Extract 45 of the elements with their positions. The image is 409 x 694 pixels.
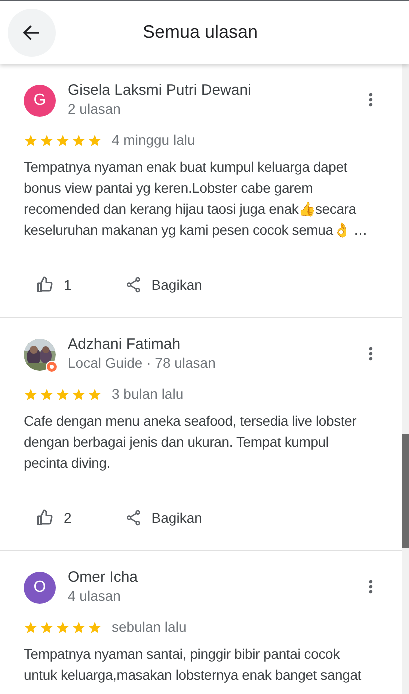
more-options-icon[interactable] <box>369 347 373 361</box>
like-button[interactable]: 1 <box>24 267 84 303</box>
star-icon <box>24 134 38 148</box>
reviewer-name[interactable]: Gisela Laksmi Putri Dewani <box>68 81 369 101</box>
review-text: Cafe dengan menu aneka seafood, tersedia live lobster dengan berbagai jenis dan ukuran. Tempat kumpul pecinta diving. <box>24 412 358 473</box>
review-count: Local Guide · 78 ulasan <box>68 355 217 371</box>
avatar: G <box>24 85 56 117</box>
star-icon <box>56 134 70 148</box>
reviewer-name[interactable]: Omer Icha <box>68 568 369 588</box>
back-button[interactable] <box>8 8 56 56</box>
star-icon <box>72 134 86 148</box>
review-text: Tempatnya nyaman enak buat kumpul keluarga dapet bonus view pantai yg keren.Lobster cabe garem recomended dan kerang hijau taosi juga enak👍secara keseluruhan makanan yg kami pesen cocok semua👌 … <box>24 158 369 240</box>
star-icon <box>88 388 102 402</box>
share-button[interactable]: Bagikan <box>126 500 202 536</box>
avatar: O <box>24 572 56 604</box>
more-options-icon[interactable] <box>369 93 373 107</box>
share-icon <box>126 510 142 526</box>
back-arrow-icon <box>23 24 41 42</box>
reviewer-name[interactable]: Adzhani Fatimah <box>68 335 369 355</box>
review-date: 3 bulan lalu <box>112 385 184 404</box>
page-title: Semua ulasan <box>142 21 260 44</box>
more-options-icon[interactable] <box>369 580 373 594</box>
star-icon <box>88 620 102 634</box>
scrollbar-track[interactable] <box>402 64 409 694</box>
thumbs-up-icon <box>36 509 54 527</box>
review-count: 4 ulasan <box>68 588 122 604</box>
thumbs-up-icon <box>36 276 54 294</box>
star-icon <box>88 134 102 148</box>
star-icon <box>56 620 70 634</box>
review-count: 2 ulasan <box>68 101 122 117</box>
star-icon <box>40 134 54 148</box>
review-text: Tempatnya nyaman santai, pinggir bibir pantai cocok untuk keluarga,masakan lobsternya enak banget sangat <box>24 645 363 685</box>
share-icon <box>126 277 142 293</box>
star-icon <box>40 620 54 634</box>
review-date: sebulan lalu <box>112 618 187 637</box>
scrollbar-thumb[interactable] <box>402 434 409 548</box>
review-date: 4 minggu lalu <box>112 131 196 150</box>
star-icon <box>40 388 54 402</box>
star-icon <box>24 620 38 634</box>
star-icon <box>72 620 86 634</box>
like-button[interactable]: 2 <box>24 500 84 536</box>
star-icon <box>24 388 38 402</box>
star-icon <box>56 388 70 402</box>
star-icon <box>72 388 86 402</box>
share-button[interactable]: Bagikan <box>126 267 202 303</box>
